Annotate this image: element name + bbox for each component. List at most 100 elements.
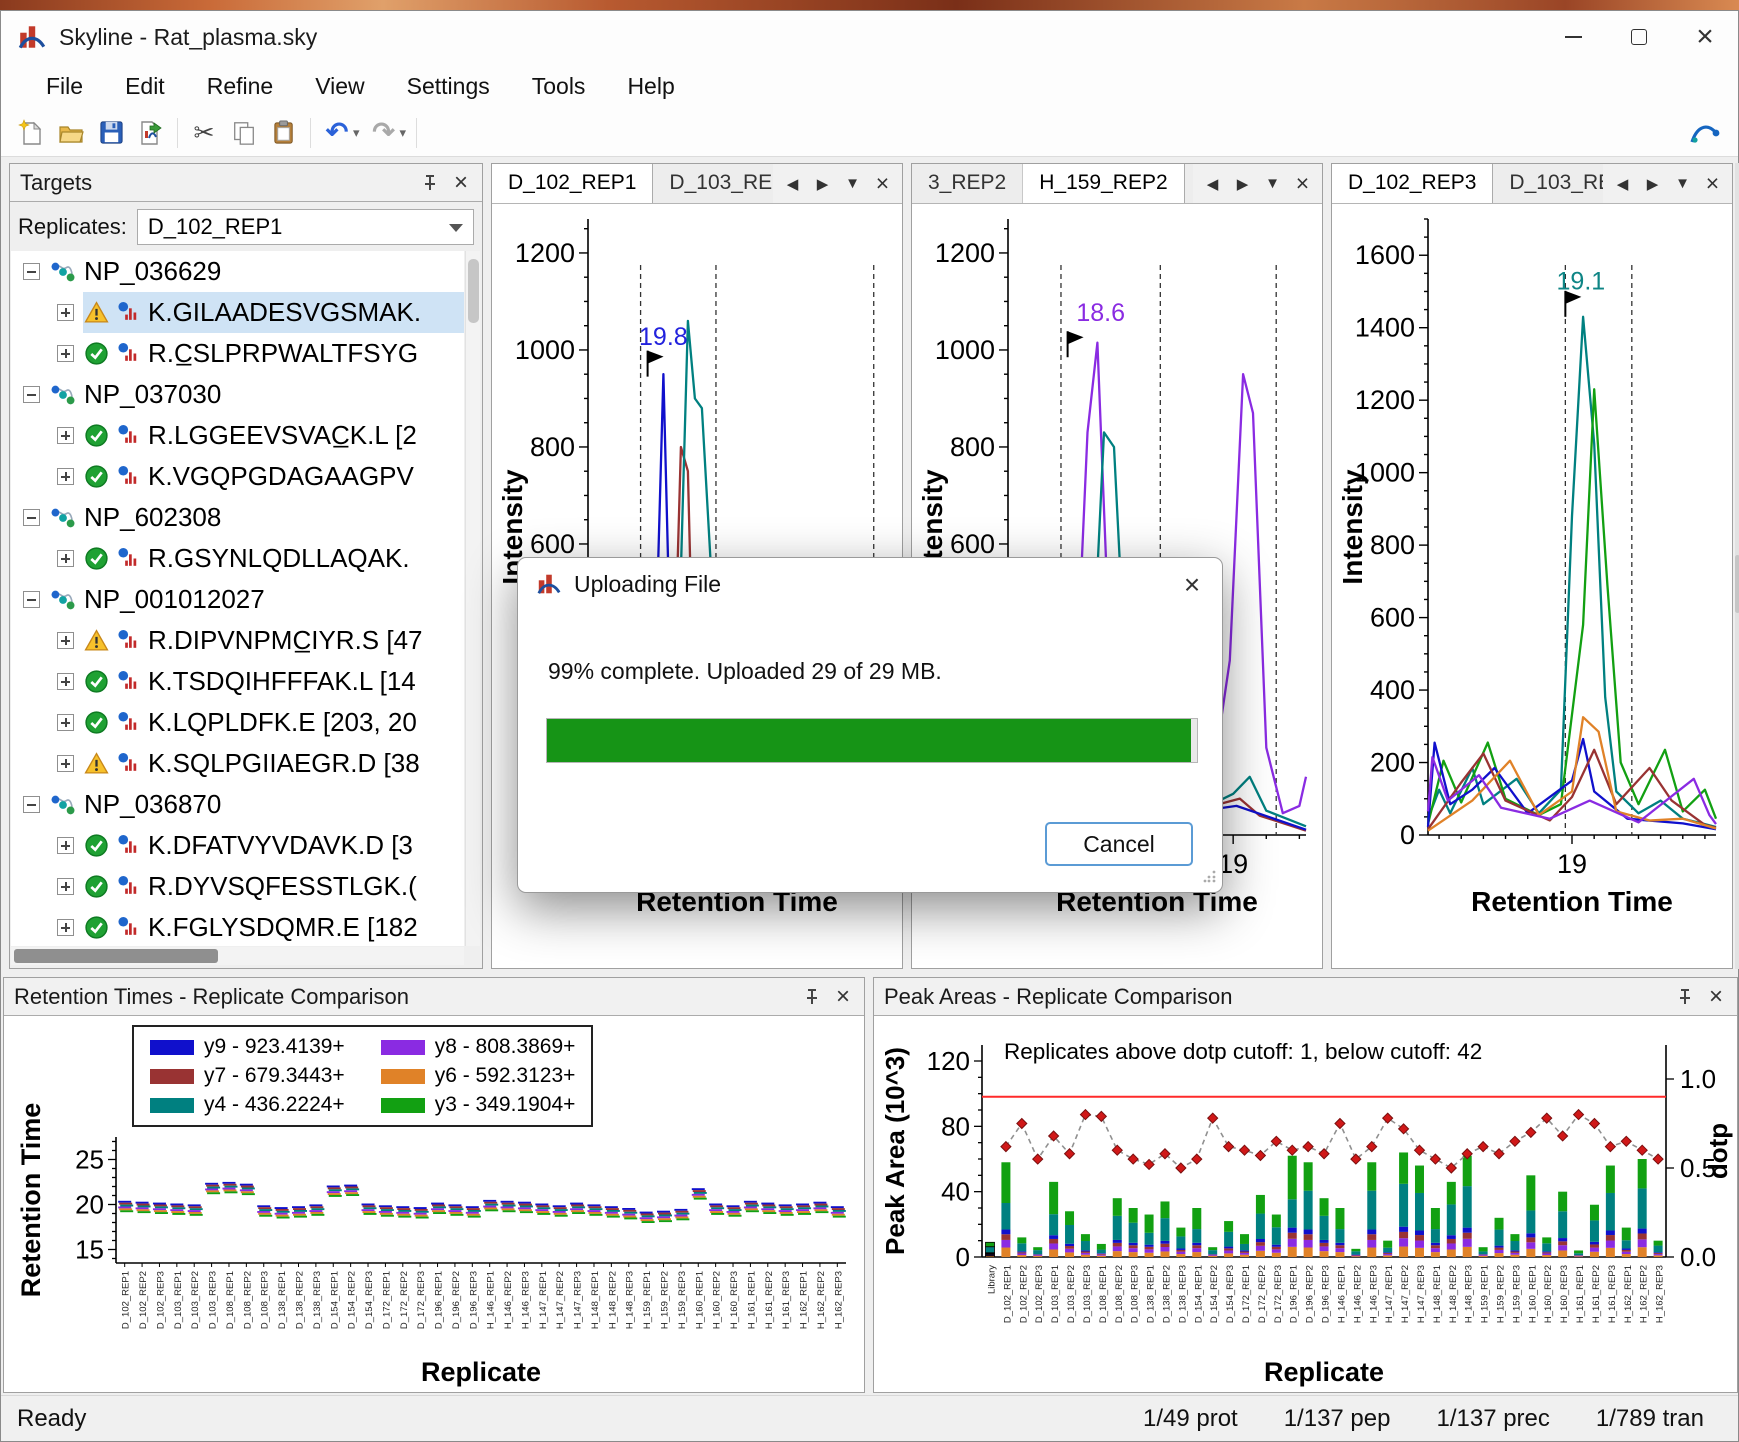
tab-menu-icon[interactable]: ▼: [1259, 175, 1286, 192]
menu-tools[interactable]: Tools: [511, 63, 607, 109]
save-button[interactable]: [91, 112, 131, 154]
tree-peptide-row[interactable]: R.GSYNLQDLLAQAK.: [11, 538, 464, 579]
peak-areas-close-icon[interactable]: ×: [1705, 985, 1727, 1009]
panorama-upload-button[interactable]: [1684, 112, 1724, 154]
chromatogram-tab[interactable]: 3_REP2: [912, 164, 1023, 203]
tree-peptide-row[interactable]: R.DYVSQFESSTLGK.(: [11, 866, 464, 907]
tree-expander-icon[interactable]: [57, 304, 74, 321]
tree-expander-icon[interactable]: [23, 386, 40, 403]
targets-close-icon[interactable]: ×: [450, 171, 472, 195]
tree-expander-icon[interactable]: [57, 550, 74, 567]
tree-expander-icon[interactable]: [23, 509, 40, 526]
panel-close-icon[interactable]: ×: [1289, 170, 1316, 197]
redo-dropdown-icon[interactable]: ▾: [400, 125, 407, 141]
replicates-dropdown[interactable]: D_102_REP1: [137, 209, 474, 245]
tree-expander-icon[interactable]: [57, 878, 74, 895]
close-button[interactable]: ×: [1672, 11, 1738, 63]
panel-close-icon[interactable]: ×: [869, 170, 896, 197]
tree-peptide-row[interactable]: K.FGLYSDQMR.E [182: [11, 907, 464, 946]
tree-peptide-row[interactable]: K.VGQPGDAGAAGPV: [11, 456, 464, 497]
tab-scroll-right-icon[interactable]: ▶: [809, 175, 836, 193]
tree-expander-icon[interactable]: [57, 755, 74, 772]
tree-peptide-row[interactable]: K.GILAADESVGSMAK.: [11, 292, 464, 333]
targets-horizontal-scrollbar[interactable]: [11, 947, 464, 965]
panel-close-icon[interactable]: ×: [1699, 170, 1726, 197]
tree-peptide-row[interactable]: R.LGGEEVSVAC̲K.L [2: [11, 415, 464, 456]
tab-label: D_102_REP1: [508, 171, 636, 194]
pin-icon[interactable]: [802, 987, 822, 1007]
dialog-close-button[interactable]: ×: [1164, 560, 1220, 610]
tree-expander-icon[interactable]: [23, 591, 40, 608]
tab-menu-icon[interactable]: ▼: [839, 175, 866, 192]
precursor-icon: [117, 916, 140, 939]
tab-scroll-left-icon[interactable]: ◀: [1609, 175, 1636, 193]
tree-peptide-row[interactable]: R.DIPVNPMC̲IYR.S [47: [11, 620, 464, 661]
tree-expander-icon[interactable]: [57, 919, 74, 936]
tree-expander-icon[interactable]: [57, 714, 74, 731]
tree-protein-row[interactable]: NP_036870: [11, 784, 464, 825]
menu-edit[interactable]: Edit: [104, 63, 186, 109]
cancel-button[interactable]: Cancel: [1045, 822, 1193, 866]
tree-expander-icon[interactable]: [23, 263, 40, 280]
new-document-button[interactable]: [11, 112, 51, 154]
pin-icon[interactable]: [1675, 987, 1695, 1007]
share-document-icon: [137, 119, 165, 147]
scrollbar-thumb[interactable]: [14, 949, 218, 963]
tree-expander-icon[interactable]: [57, 632, 74, 649]
cut-button[interactable]: ✂: [184, 112, 224, 154]
tree-expander-icon[interactable]: [57, 345, 74, 362]
tree-peptide-row[interactable]: R.C̲SLPRPWALTFSYG: [11, 333, 464, 374]
pin-icon[interactable]: [420, 173, 440, 193]
legend-item: y8 - 808.3869+: [381, 1035, 576, 1059]
menu-help[interactable]: Help: [606, 63, 695, 109]
tab-scroll-left-icon[interactable]: ◀: [1199, 175, 1226, 193]
menu-settings[interactable]: Settings: [386, 63, 511, 109]
menu-refine[interactable]: Refine: [186, 63, 294, 109]
chromatogram-tab[interactable]: D_102_REP3: [1332, 164, 1493, 203]
tree-peptide-row[interactable]: K.DFATVYVDAVK.D [3: [11, 825, 464, 866]
edge-scrollbar[interactable]: [1735, 163, 1739, 969]
tree-expander-icon[interactable]: [57, 468, 74, 485]
tab-controls: ◀▶▼×: [1603, 164, 1732, 203]
copy-button[interactable]: [224, 112, 264, 154]
tree-expander-icon[interactable]: [57, 837, 74, 854]
tree-expander-icon[interactable]: [23, 796, 40, 813]
minimize-button[interactable]: [1540, 11, 1606, 63]
svg-text:D_138_REP1: D_138_REP1: [1146, 1265, 1157, 1323]
svg-text:Replicate: Replicate: [1264, 1357, 1384, 1387]
tree-expander-icon[interactable]: [57, 427, 74, 444]
undo-dropdown-icon[interactable]: ▾: [353, 125, 360, 141]
paste-button[interactable]: [264, 112, 304, 154]
undo-button[interactable]: ↶: [317, 112, 357, 154]
tab-scroll-left-icon[interactable]: ◀: [779, 175, 806, 193]
dialog-title: Uploading File: [574, 571, 721, 598]
retention-times-close-icon[interactable]: ×: [832, 985, 854, 1009]
maximize-button[interactable]: [1606, 11, 1672, 63]
chromatogram-tab[interactable]: D_103_RE: [653, 164, 789, 203]
tree-peptide-row[interactable]: K.LQPLDFK.E [203, 20: [11, 702, 464, 743]
peak-areas-chart[interactable]: 040801200.00.51.0Replicates above dotp c…: [874, 1017, 1737, 1393]
tree-peptide-row[interactable]: K.TSDQIHFFFAK.L [14: [11, 661, 464, 702]
tree-protein-row[interactable]: NP_001012027: [11, 579, 464, 620]
tree-peptide-row[interactable]: K.SQLPGIIAEGR.D [38: [11, 743, 464, 784]
tab-scroll-right-icon[interactable]: ▶: [1639, 175, 1666, 193]
targets-vertical-scrollbar[interactable]: [465, 251, 480, 946]
tree-protein-row[interactable]: NP_602308: [11, 497, 464, 538]
open-file-button[interactable]: [51, 112, 91, 154]
tab-scroll-right-icon[interactable]: ▶: [1229, 175, 1256, 193]
share-document-button[interactable]: [131, 112, 171, 154]
chromatogram-tab[interactable]: H_159_REP2: [1023, 164, 1184, 203]
chromatogram-chart[interactable]: 0200400600800100012001400160019Intensity…: [1332, 205, 1732, 967]
scrollbar-thumb[interactable]: [468, 259, 479, 323]
tab-menu-icon[interactable]: ▼: [1669, 175, 1696, 192]
dialog-resize-grip[interactable]: [1203, 869, 1217, 888]
menu-file[interactable]: File: [25, 63, 104, 109]
redo-button[interactable]: ↷: [364, 112, 404, 154]
tree-protein-row[interactable]: NP_037030: [11, 374, 464, 415]
chromatogram-tab[interactable]: D_102_REP1: [492, 164, 653, 203]
scrollbar-thumb[interactable]: [1735, 555, 1739, 613]
tree-protein-row[interactable]: NP_036629: [11, 251, 464, 292]
svg-text:1600: 1600: [1355, 240, 1415, 270]
menu-view[interactable]: View: [294, 63, 385, 109]
tree-expander-icon[interactable]: [57, 673, 74, 690]
